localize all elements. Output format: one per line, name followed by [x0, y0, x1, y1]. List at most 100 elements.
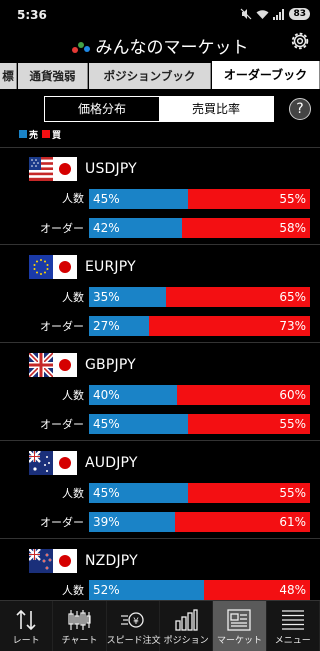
buy-percent: 55%: [279, 417, 306, 431]
sell-segment: 39%: [89, 512, 176, 532]
sell-percent: 35%: [93, 290, 120, 304]
jp-flag-icon: [53, 255, 77, 279]
divider: [0, 538, 320, 539]
row-label-people: 人数: [62, 487, 84, 500]
legend-buy-swatch: [42, 130, 51, 138]
divider: [0, 440, 320, 441]
legend-buy: 買: [42, 128, 61, 141]
buy-percent: 55%: [279, 486, 306, 500]
nav-label: マーケット: [216, 636, 262, 646]
jp-flag-icon: [53, 353, 77, 377]
buy-segment: 60%: [177, 385, 310, 405]
currency-flags: [29, 353, 77, 377]
help-button[interactable]: ?: [289, 98, 311, 120]
divider: [0, 147, 320, 148]
row-label-people: 人数: [62, 192, 84, 205]
app-title-text: みんなのマーケット: [95, 38, 249, 58]
pair-name: NZDJPY: [85, 553, 138, 569]
buy-segment: 65%: [166, 287, 310, 307]
currency-flags: [29, 157, 77, 181]
pair-header: AUDJPY: [29, 451, 138, 475]
app-logo-icon: [71, 41, 94, 55]
ratio-bar: 52% 48%: [89, 580, 310, 600]
nav-chart[interactable]: チャート: [53, 601, 107, 651]
buy-percent: 73%: [279, 319, 306, 333]
sell-percent: 45%: [93, 486, 120, 500]
ratio-bar: 45% 55%: [89, 414, 310, 434]
ratio-bar: 40% 60%: [89, 385, 310, 405]
currency-flags: [29, 549, 77, 573]
status-icons: 83: [240, 7, 310, 21]
status-time: 5:36: [17, 8, 47, 22]
speed-order-icon: ¥: [120, 612, 144, 628]
uk-flag-icon: [29, 353, 53, 377]
nav-label: レート: [12, 636, 40, 646]
ratio-bar: 27% 73%: [89, 316, 310, 336]
row-label-order: オーダー: [40, 516, 84, 529]
view-toggle: 価格分布 売買比率: [44, 96, 274, 122]
nav-position[interactable]: ポジション: [160, 601, 214, 651]
legend-sell-label: 売: [29, 130, 39, 141]
pair-name: AUDJPY: [85, 455, 138, 471]
buy-segment: 61%: [175, 512, 310, 532]
buy-segment: 55%: [188, 414, 310, 434]
pair-name: EURJPY: [85, 259, 136, 275]
tab-partial[interactable]: 標: [0, 63, 17, 89]
nav-menu[interactable]: メニュー: [267, 601, 320, 651]
ratio-bar: 39% 61%: [89, 512, 310, 532]
jp-flag-icon: [53, 157, 77, 181]
sell-percent: 40%: [93, 388, 120, 402]
wifi-icon: [256, 9, 269, 19]
divider: [0, 244, 320, 245]
legend-sell-swatch: [19, 130, 27, 138]
currency-flags: [29, 451, 77, 475]
nav-speed-order[interactable]: ¥ スピード注文: [107, 601, 161, 651]
signal-icon: [273, 8, 285, 20]
sell-segment: 42%: [89, 218, 182, 238]
divider: [0, 342, 320, 343]
legend: 売 買: [19, 128, 65, 141]
gear-icon[interactable]: [289, 30, 311, 52]
row-label-order: オーダー: [40, 320, 84, 333]
row-label-people: 人数: [62, 389, 84, 402]
nav-label: チャート: [61, 636, 98, 646]
ratio-bar: 45% 55%: [89, 189, 310, 209]
segment-buy-sell-ratio[interactable]: 売買比率: [159, 97, 273, 121]
bottom-nav: レート チャート ¥ スピード注文 ポジション マーケット メニュー: [0, 600, 320, 651]
market-news-icon: [227, 609, 252, 631]
tab-position-book[interactable]: ポジションブック: [89, 63, 211, 89]
us-flag-icon: [29, 157, 53, 181]
buy-segment: 55%: [188, 189, 310, 209]
buy-percent: 58%: [279, 221, 306, 235]
app-header: みんなのマーケット: [0, 26, 320, 60]
rate-arrows-icon: [16, 609, 36, 631]
nav-rate[interactable]: レート: [0, 601, 54, 651]
nav-label: メニュー: [274, 636, 311, 646]
menu-lines-icon: [281, 610, 304, 630]
tab-order-book[interactable]: オーダーブック: [212, 61, 320, 89]
pair-header: USDJPY: [29, 157, 137, 181]
buy-segment: 48%: [203, 580, 310, 600]
row-label-order: オーダー: [40, 418, 84, 431]
pair-name: GBPJPY: [85, 357, 136, 373]
battery-indicator: 83: [289, 8, 310, 20]
jp-flag-icon: [53, 451, 77, 475]
sell-percent: 45%: [93, 417, 120, 431]
sell-percent: 52%: [93, 583, 120, 597]
nav-market[interactable]: マーケット: [213, 601, 267, 651]
mute-icon: [241, 8, 252, 20]
jp-flag-icon: [53, 549, 77, 573]
ratio-bar: 42% 58%: [89, 218, 310, 238]
position-bars-icon: [175, 609, 198, 631]
legend-buy-label: 買: [52, 130, 62, 141]
sell-segment: 45%: [89, 483, 189, 503]
sell-segment: 40%: [89, 385, 178, 405]
sell-percent: 39%: [93, 515, 120, 529]
candlestick-chart-icon: [68, 610, 92, 630]
pair-name: USDJPY: [85, 161, 137, 177]
ratio-bar: 35% 65%: [89, 287, 310, 307]
segment-price-distribution[interactable]: 価格分布: [45, 97, 159, 121]
pair-header: GBPJPY: [29, 353, 136, 377]
buy-segment: 58%: [181, 218, 310, 238]
tab-currency-strength[interactable]: 通貨強弱: [18, 63, 88, 89]
